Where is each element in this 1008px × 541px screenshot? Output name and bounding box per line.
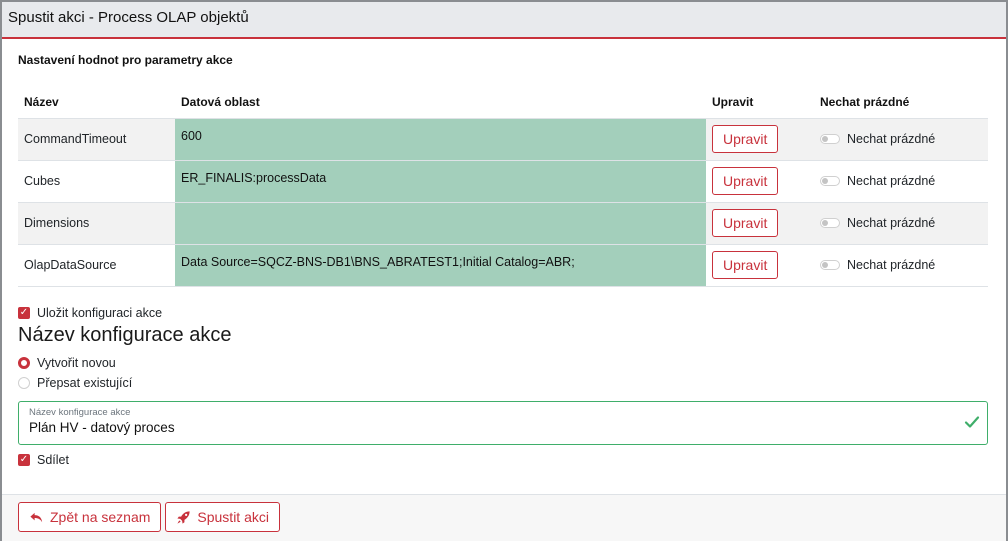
- config-title: Název konfigurace akce: [18, 323, 232, 346]
- undo-arrow-icon: [30, 512, 43, 522]
- edit-cell: Upravit: [706, 117, 814, 160]
- share-row: ✓ Sdílet: [18, 453, 990, 467]
- dialog-window: Spustit akci - Process OLAP objektů Nast…: [0, 0, 1008, 541]
- back-to-list-label: Zpět na seznam: [50, 509, 151, 525]
- param-name: OlapDataSource: [18, 243, 175, 287]
- dialog-footer: Zpět na seznam Spustit akci: [2, 494, 1006, 541]
- empty-cell: Nechat prázdné: [814, 117, 988, 160]
- parameters-table: Název Datová oblast Upravit Nechat prázd…: [18, 86, 988, 287]
- back-to-list-button[interactable]: Zpět na seznam: [18, 502, 162, 532]
- edit-cell: Upravit: [706, 243, 814, 287]
- config-name-field-label: Název konfigurace akce: [29, 406, 131, 418]
- leave-empty-label: Nechat prázdné: [847, 216, 936, 230]
- empty-cell: Nechat prázdné: [814, 243, 988, 287]
- radio-create-new[interactable]: [18, 356, 30, 369]
- radio-overwrite-label: Přepsat existující: [37, 375, 133, 390]
- edit-button[interactable]: Upravit: [712, 251, 779, 279]
- radio-overwrite[interactable]: [18, 376, 30, 389]
- config-name-field[interactable]: Název konfigurace akce Plán HV - datový …: [18, 400, 988, 445]
- empty-cell: Nechat prázdné: [814, 201, 988, 244]
- header-data-area: Datová oblast: [181, 94, 260, 109]
- param-name: CommandTimeout: [18, 117, 175, 160]
- table-row: Cubes ER_FINALIS:processData Upravit Nec…: [18, 159, 988, 202]
- header-edit: Upravit: [712, 94, 754, 109]
- window-title: Spustit akci - Process OLAP objektů: [8, 9, 249, 26]
- leave-empty-label: Nechat prázdné: [847, 174, 936, 188]
- rocket-icon: [177, 510, 190, 524]
- share-checkbox[interactable]: ✓: [18, 453, 30, 466]
- save-config-label: Uložit konfiguraci akce: [37, 305, 163, 320]
- leave-empty-toggle[interactable]: [820, 134, 840, 144]
- edit-cell: Upravit: [706, 159, 814, 202]
- empty-cell: Nechat prázdné: [814, 159, 988, 202]
- table-row: OlapDataSource Data Source=SQCZ-BNS-DB1\…: [18, 243, 988, 287]
- table-row: CommandTimeout 600 Upravit Nechat prázdn…: [18, 117, 988, 160]
- share-label: Sdílet: [37, 452, 69, 467]
- param-value: ER_FINALIS:processData: [175, 159, 706, 202]
- dialog-body: Nastavení hodnot pro parametry akce Náze…: [2, 53, 1006, 467]
- header-leave-empty: Nechat prázdné: [820, 94, 910, 109]
- radio-overwrite-row: Přepsat existující: [18, 373, 990, 393]
- section-heading: Nastavení hodnot pro parametry akce: [18, 53, 233, 67]
- edit-cell: Upravit: [706, 201, 814, 244]
- checkmark-icon: [964, 415, 980, 428]
- run-action-label: Spustit akci: [197, 509, 269, 525]
- leave-empty-label: Nechat prázdné: [847, 258, 936, 272]
- run-action-button[interactable]: Spustit akci: [165, 502, 280, 532]
- table-row: Dimensions Upravit Nechat prázdné: [18, 201, 988, 244]
- radio-create-new-label: Vytvořit novou: [37, 355, 116, 370]
- leave-empty-toggle[interactable]: [820, 176, 840, 186]
- leave-empty-control: Nechat prázdné: [820, 216, 982, 230]
- config-name-input[interactable]: Plán HV - datový proces: [29, 420, 977, 435]
- leave-empty-control: Nechat prázdné: [820, 132, 982, 146]
- leave-empty-label: Nechat prázdné: [847, 132, 936, 146]
- param-name: Cubes: [18, 159, 175, 202]
- header-name: Název: [24, 94, 59, 109]
- param-value: Data Source=SQCZ-BNS-DB1\BNS_ABRATEST1;I…: [175, 243, 706, 287]
- save-config-row: ✓ Uložit konfiguraci akce: [18, 306, 990, 320]
- window-titlebar: Spustit akci - Process OLAP objektů: [2, 2, 1006, 39]
- param-value: [175, 201, 706, 244]
- leave-empty-toggle[interactable]: [820, 218, 840, 228]
- edit-button[interactable]: Upravit: [712, 209, 779, 237]
- leave-empty-toggle[interactable]: [820, 260, 840, 270]
- edit-button[interactable]: Upravit: [712, 125, 779, 153]
- param-value: 600: [175, 117, 706, 160]
- leave-empty-control: Nechat prázdné: [820, 174, 982, 188]
- edit-button[interactable]: Upravit: [712, 167, 779, 195]
- param-name: Dimensions: [18, 201, 175, 244]
- leave-empty-control: Nechat prázdné: [820, 258, 982, 272]
- save-config-checkbox[interactable]: ✓: [18, 306, 30, 319]
- radio-create-new-row: Vytvořit novou: [18, 353, 990, 373]
